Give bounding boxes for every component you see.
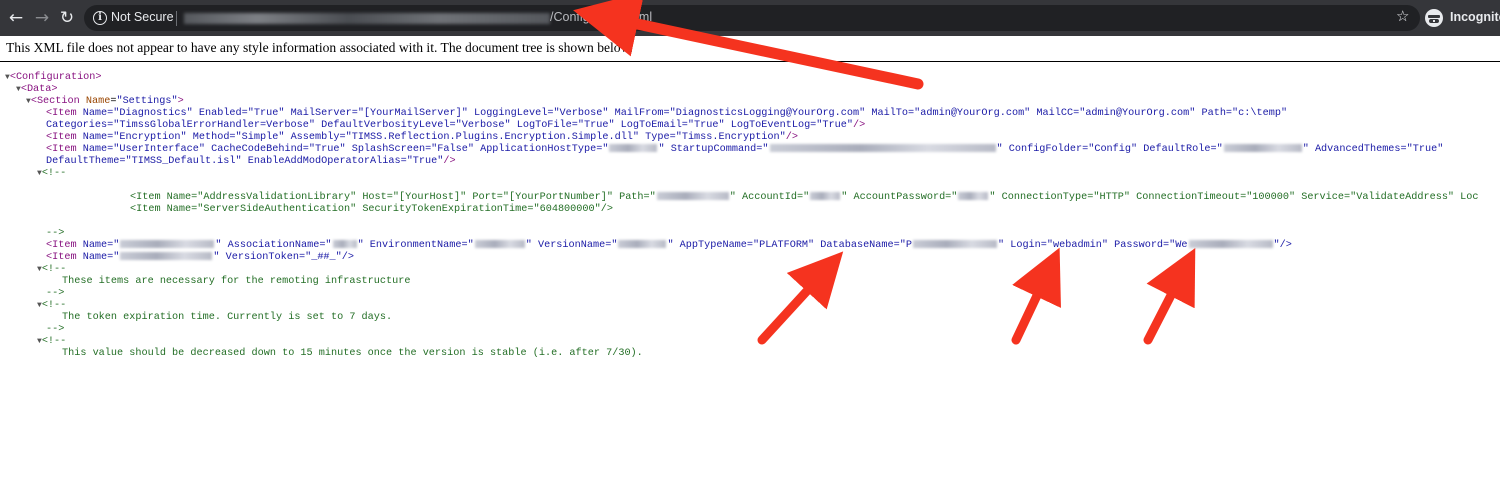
address-bar[interactable]: i Not Secure /Config/Config.xml [84, 5, 1420, 31]
url-path[interactable]: /Config/Config.xml [550, 10, 652, 24]
xml-comment-token-close: --> [46, 324, 65, 335]
xml-style-notice: This XML file does not appear to have an… [6, 40, 633, 55]
xml-comment-decrease: This value should be decreased down to 1… [62, 348, 643, 359]
xml-comment-remoting-open[interactable]: ▼<!-- [37, 264, 66, 276]
reload-icon[interactable]: ↻ [57, 8, 77, 28]
incognito-icon[interactable] [1425, 9, 1443, 27]
xml-comment-address: <Item Name="AddressValidationLibrary" Ho… [130, 192, 1479, 203]
xml-node-section[interactable]: ▼<Section Name="Settings"> [26, 96, 184, 108]
xml-comment-ssa: <Item Name="ServerSideAuthentication" Se… [130, 204, 613, 215]
xml-item-diagnostics: <Item Name="Diagnostics" Enabled="True" … [46, 108, 1288, 119]
xml-item-diagnostics-cont: Categories="TimssGlobalErrorHandler=Verb… [46, 120, 866, 131]
xml-node-configuration[interactable]: ▼<Configuration> [5, 72, 102, 84]
xml-item-userinterface-cont: DefaultTheme="TIMSS_Default.isl" EnableA… [46, 156, 456, 167]
forward-arrow-icon[interactable]: → [32, 8, 52, 28]
xml-tree: ▼<Configuration> ▼<Data> ▼<Section Name=… [0, 72, 1500, 501]
divider-line [0, 61, 1500, 62]
xml-item-version: <Item Name=" " VersionToken="_##_"/> [46, 252, 355, 263]
incognito-label[interactable]: Incognito [1450, 10, 1500, 24]
xml-node-data[interactable]: ▼<Data> [16, 84, 58, 96]
xml-comment-remoting: These items are necessary for the remoti… [62, 276, 411, 287]
divider [176, 11, 177, 26]
redacted-host [184, 13, 550, 24]
xml-item-encryption: <Item Name="Encryption" Method="Simple" … [46, 132, 798, 143]
info-icon[interactable]: i [93, 11, 107, 25]
back-arrow-icon[interactable]: ← [6, 8, 26, 28]
xml-comment-decrease-open[interactable]: ▼<!-- [37, 336, 66, 348]
star-icon[interactable]: ☆ [1396, 7, 1409, 25]
xml-comment-remoting-close: --> [46, 288, 65, 299]
security-status[interactable]: Not Secure [111, 10, 174, 24]
xml-item-userinterface: <Item Name="UserInterface" CacheCodeBehi… [46, 144, 1444, 155]
xml-item-database: <Item Name=" " AssociationName=" " Environ… [46, 240, 1292, 251]
xml-comment-close: --> [46, 228, 65, 239]
browser-toolbar: ← → ↻ i Not Secure /Config/Config.xml ☆ … [0, 0, 1500, 36]
xml-comment-token-open[interactable]: ▼<!-- [37, 300, 66, 312]
xml-comment-open[interactable]: ▼<!-- [37, 168, 66, 180]
xml-comment-token: The token expiration time. Currently is … [62, 312, 393, 323]
